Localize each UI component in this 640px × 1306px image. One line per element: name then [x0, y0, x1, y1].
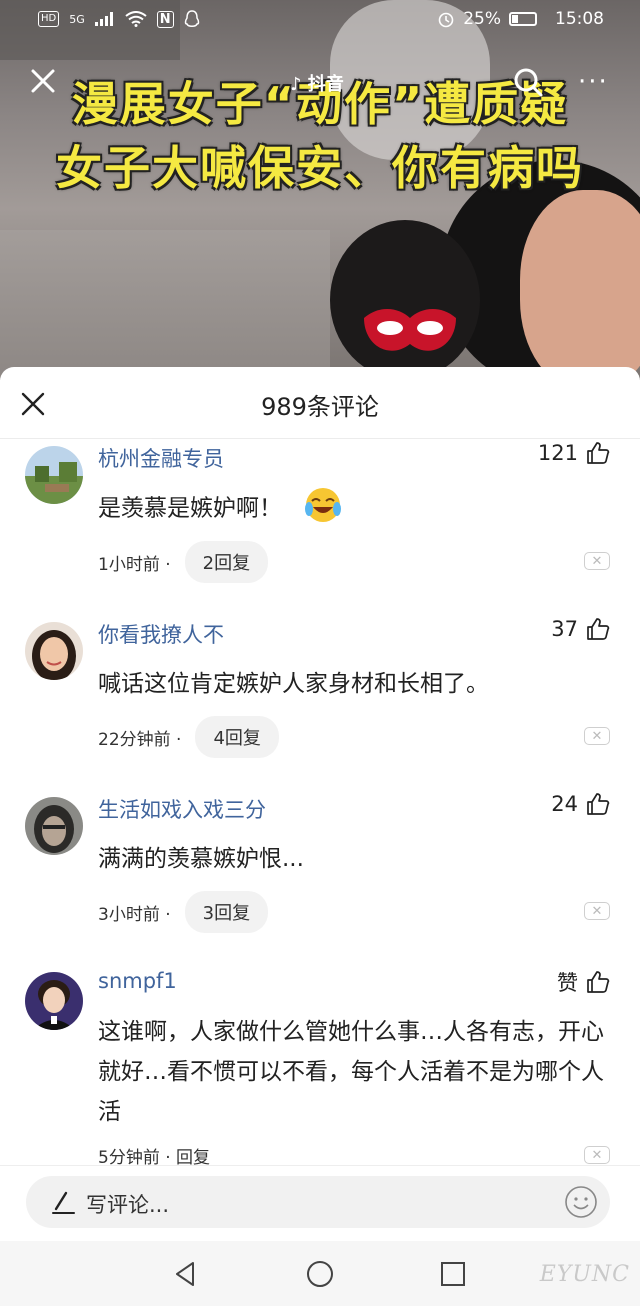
comment-time: 22分钟前 · — [98, 729, 182, 750]
home-circle-icon[interactable] — [305, 1259, 335, 1289]
comment-text: 这谁啊，人家做什么管她什么事…人各有志，开心就好…看不惯可以不看，每个人活着不是… — [98, 1019, 604, 1125]
thumbs-up-icon — [587, 442, 610, 464]
more-options-icon[interactable]: ··· — [578, 69, 609, 95]
comment-username[interactable]: 杭州金融专员 — [98, 443, 224, 473]
comment-username[interactable]: 生活如戏入戏三分 — [98, 794, 266, 824]
comments-header: 989条评论 — [0, 367, 640, 439]
avatar[interactable] — [25, 622, 83, 680]
search-icon[interactable] — [512, 66, 544, 98]
video-caption-line2: 女子大喊保安、你有病吗 — [56, 141, 584, 195]
emoji-picker-icon[interactable] — [564, 1185, 598, 1219]
comment-item: 你看我撩人不 37 喊话这位肯定嫉妒人家身材和长相了。 22分钟前 · 4回复 … — [0, 615, 640, 775]
clock: 15:08 — [555, 9, 604, 29]
avatar[interactable] — [25, 446, 83, 504]
wifi-icon — [125, 11, 147, 27]
laughing-crying-emoji-icon — [305, 488, 342, 522]
comment-time: 1小时前 · — [98, 554, 171, 575]
battery-icon — [509, 12, 537, 26]
video-player[interactable]: 漫展女子“动作”遭质疑 女子大喊保安、你有病吗 — [0, 0, 640, 380]
like-button[interactable]: 121 — [538, 441, 610, 465]
video-bg-shape — [0, 230, 330, 380]
like-button[interactable]: 24 — [551, 792, 610, 816]
thumbs-up-icon — [587, 971, 610, 993]
douyin-logo: ♪ 抖音 — [290, 70, 344, 96]
qq-icon — [184, 10, 199, 27]
tiktok-note-icon: ♪ — [290, 74, 302, 95]
view-replies-button[interactable]: 4回复 — [195, 716, 279, 758]
dismiss-comment-icon[interactable]: ✕ — [584, 1146, 610, 1164]
signal-icon — [94, 12, 113, 26]
comment-text-content: 是羡慕是嫉妒啊！ — [98, 495, 282, 522]
like-button[interactable]: 37 — [551, 617, 610, 641]
status-bar: HD 5G N 25% 15:08 — [0, 0, 640, 40]
avatar[interactable] — [25, 797, 83, 855]
alarm-icon — [438, 12, 454, 28]
view-replies-button[interactable]: 3回复 — [184, 891, 269, 933]
comment-item: 杭州金融专员 121 是羡慕是嫉妒啊！ 1小时前 · 2回复 ✕ — [0, 439, 640, 599]
hd-badge: HD — [38, 11, 60, 27]
pen-icon — [52, 1191, 75, 1214]
view-replies-button[interactable]: 2回复 — [184, 541, 269, 583]
comment-input-bar: 写评论... — [0, 1165, 640, 1242]
comment-time: 3小时前 · — [98, 904, 171, 925]
like-count: 37 — [551, 617, 578, 641]
comment-text: 是羡慕是嫉妒啊！ — [98, 488, 618, 529]
comment-item: snmpf1 赞 这谁啊，人家做什么管她什么事…人各有志，开心就好…看不惯可以不… — [0, 965, 640, 1168]
comments-count-title: 989条评论 — [261, 393, 379, 421]
comment-item: 生活如戏入戏三分 24 满满的羡慕嫉妒恨... 3小时前 · 3回复 ✕ — [0, 790, 640, 950]
like-count: 24 — [551, 792, 578, 816]
dismiss-comment-icon[interactable]: ✕ — [584, 727, 610, 745]
comment-text: 满满的羡慕嫉妒恨... — [98, 846, 304, 872]
thumbs-up-icon — [587, 618, 610, 640]
comment-meta: 22分钟前 · 4回复 — [98, 716, 279, 758]
recents-square-icon[interactable] — [438, 1259, 468, 1289]
battery-percent: 25% — [463, 9, 501, 29]
dismiss-comment-icon[interactable]: ✕ — [584, 552, 610, 570]
video-bg-shape — [520, 190, 640, 380]
comment-username[interactable]: 你看我撩人不 — [98, 619, 224, 649]
masquerade-mask-icon — [364, 308, 456, 351]
comment-username[interactable]: snmpf1 — [98, 969, 177, 993]
back-triangle-icon[interactable] — [170, 1259, 200, 1289]
comment-text: 喊话这位肯定嫉妒人家身材和长相了。 — [98, 671, 489, 697]
watermark: EYUNC — [539, 1262, 630, 1287]
comment-meta: 1小时前 · 2回复 — [98, 541, 269, 583]
thumbs-up-icon — [587, 793, 610, 815]
like-count: 赞 — [557, 971, 578, 995]
comment-input[interactable]: 写评论... — [26, 1176, 610, 1228]
comment-input-placeholder: 写评论... — [86, 1193, 170, 1217]
like-count: 121 — [537, 441, 578, 465]
nfc-icon: N — [156, 10, 174, 28]
dismiss-comment-icon[interactable]: ✕ — [584, 902, 610, 920]
network-5g-indicator: 5G — [69, 12, 85, 26]
close-video-icon[interactable] — [28, 66, 58, 96]
avatar[interactable] — [25, 972, 83, 1030]
douyin-logo-text: 抖音 — [307, 74, 344, 95]
comment-meta: 3小时前 · 3回复 — [98, 891, 269, 933]
like-button[interactable]: 赞 — [557, 967, 610, 997]
